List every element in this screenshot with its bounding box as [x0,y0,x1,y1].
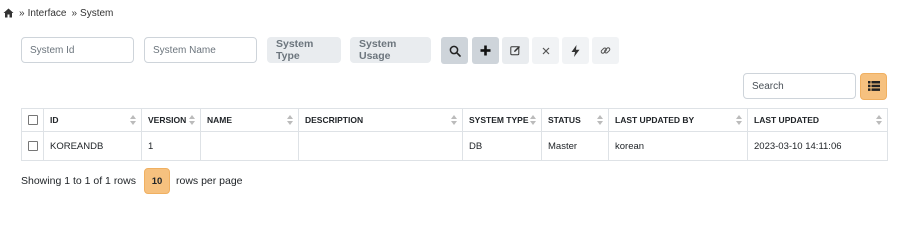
sort-icon [451,115,457,125]
sort-icon [530,115,536,125]
cell-description [298,131,463,161]
column-header-name[interactable]: NAME [200,108,299,132]
bolt-icon [571,44,580,57]
sort-icon [597,115,603,125]
row-select-cell [21,131,44,161]
link-button[interactable] [592,37,619,64]
column-header-label: VERSION [148,115,187,125]
search-button[interactable] [441,37,468,64]
cell-name [200,131,299,161]
table-row[interactable]: KOREANDB 1 DB Master korean 2023-03-10 1… [21,131,888,161]
column-header-system-type[interactable]: SYSTEM TYPE [462,108,542,132]
sort-icon [287,115,293,125]
sort-icon [876,115,882,125]
cell-last-updated: 2023-03-10 14:11:06 [747,131,888,161]
breadcrumb-separator: » [71,7,76,19]
breadcrumb: » Interface » System [3,6,113,20]
home-icon[interactable] [3,8,14,18]
sort-icon [189,115,195,125]
row-checkbox[interactable] [27,140,38,151]
system-table: ID VERSION NAME DESCRIPTION SYSTEM TYPE … [21,108,888,161]
add-button[interactable] [472,37,499,64]
close-icon [542,47,550,55]
column-header-label: LAST UPDATED BY [615,115,695,125]
system-name-input[interactable] [144,37,257,63]
column-header-label: LAST UPDATED [754,115,820,125]
search-icon [449,45,461,57]
cell-system-type: DB [462,131,542,161]
list-icon [867,78,880,96]
system-type-label: System Type [276,38,314,62]
sort-icon [736,115,742,125]
edit-icon [510,45,521,56]
column-header-last-updated-by[interactable]: LAST UPDATED BY [608,108,748,132]
column-header-label: SYSTEM TYPE [469,115,529,125]
link-icon [600,45,611,56]
pagination-info: Showing 1 to 1 of 1 rows [21,175,136,187]
edit-button[interactable] [502,37,529,64]
column-header-last-updated[interactable]: LAST UPDATED [747,108,888,132]
system-usage-label: System Usage [359,38,397,62]
column-header-label: STATUS [548,115,581,125]
system-id-input[interactable] [21,37,134,63]
page-size-value: 10 [151,175,163,187]
plus-icon [480,45,491,56]
breadcrumb-item-system: System [80,7,114,19]
column-header-description[interactable]: DESCRIPTION [298,108,463,132]
cell-version: 1 [141,131,201,161]
page-size-dropdown[interactable]: 10 [143,168,170,194]
column-header-status[interactable]: STATUS [541,108,609,132]
column-header-label: NAME [207,115,233,125]
select-all-checkbox[interactable] [27,115,38,126]
toggle-view-button[interactable] [860,73,887,100]
rows-per-page-label: rows per page [175,175,243,187]
column-header-id[interactable]: ID [43,108,142,132]
delete-button[interactable] [532,37,559,64]
system-usage-select[interactable]: System Usage [350,37,431,63]
table-header-row: ID VERSION NAME DESCRIPTION SYSTEM TYPE … [21,108,888,132]
pagination: Showing 1 to 1 of 1 rows 10 rows per pag… [21,168,243,194]
system-type-select[interactable]: System Type [267,37,341,63]
sort-icon [130,115,136,125]
cell-last-updated-by: korean [608,131,748,161]
cell-status: Master [541,131,609,161]
column-header-label: ID [50,115,59,125]
column-header-version[interactable]: VERSION [141,108,201,132]
breadcrumb-separator: » [19,7,24,19]
table-search-input[interactable] [743,73,856,99]
cell-id: KOREANDB [43,131,142,161]
breadcrumb-item-interface[interactable]: Interface [28,8,67,19]
execute-button[interactable] [562,37,589,64]
column-header-label: DESCRIPTION [305,115,364,125]
select-all-cell [21,108,44,132]
